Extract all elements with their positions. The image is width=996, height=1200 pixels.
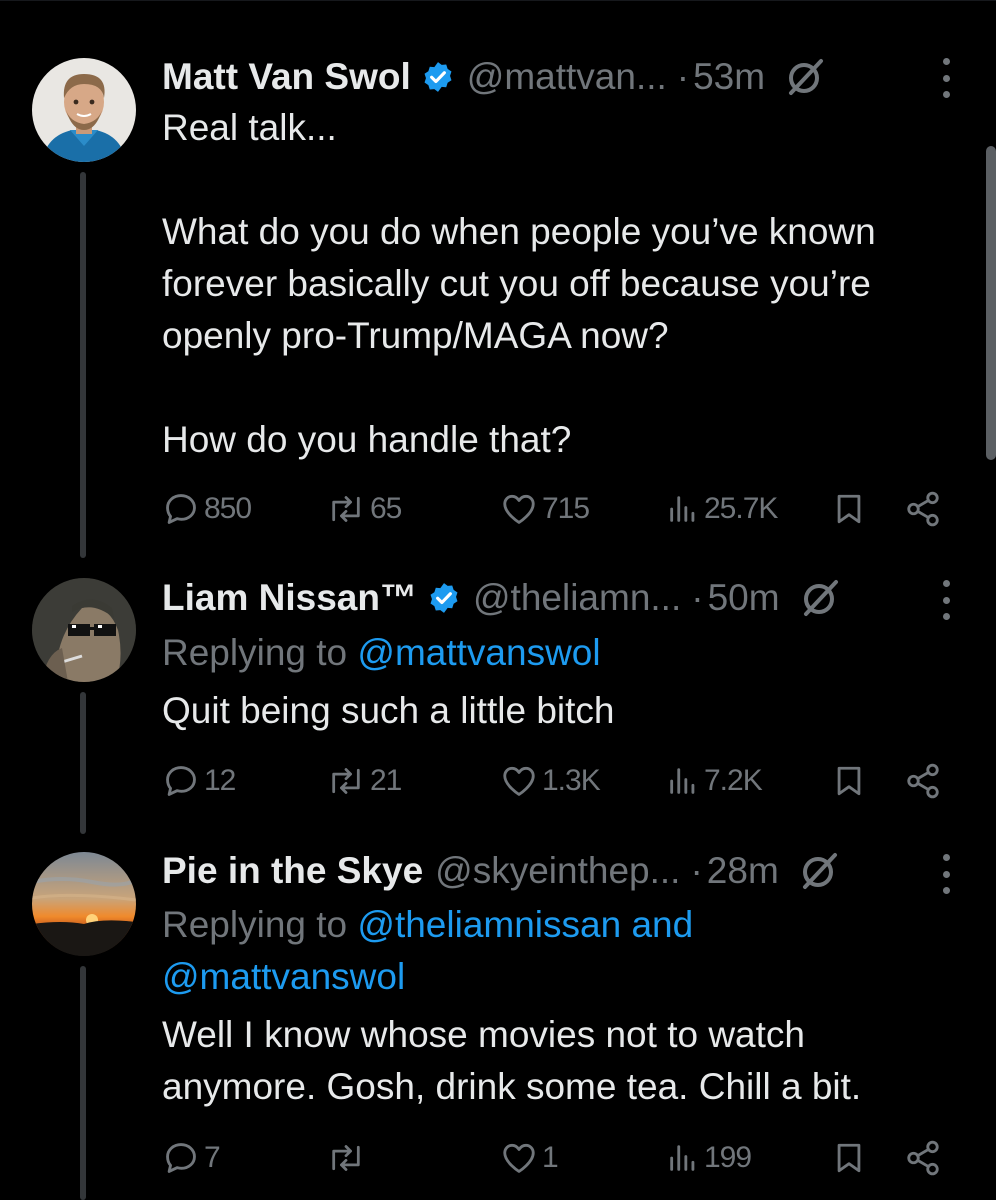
grok-icon[interactable] — [798, 576, 842, 620]
thread-connector — [80, 172, 86, 558]
scrollbar[interactable] — [986, 146, 996, 460]
avatar-skye[interactable] — [32, 852, 136, 956]
user-handle[interactable]: @skyeinthep... — [435, 850, 680, 892]
views-icon — [670, 496, 695, 522]
separator-dot: · — [690, 850, 703, 891]
replying-to: Replying to @mattvanswol — [162, 627, 962, 679]
tweet-actions: 12 21 1.3K 7.2K — [162, 756, 952, 806]
grok-icon[interactable] — [797, 849, 841, 893]
like-button[interactable]: 1 — [500, 1133, 559, 1183]
bookmark-icon — [837, 494, 861, 524]
views-count: 199 — [704, 1141, 752, 1174]
avatar-matt[interactable] — [32, 58, 136, 162]
tweet-header: Pie in the Skye @skyeinthep... · 28m — [162, 847, 956, 895]
repost-icon — [332, 496, 360, 522]
tweet-header: Matt Van Swol @mattvan... · 53m — [162, 53, 956, 101]
like-count: 1.3K — [542, 764, 601, 797]
repost-button[interactable]: 21 — [326, 756, 402, 806]
views-button[interactable]: 7.2K — [666, 756, 763, 806]
verified-badge-icon — [421, 60, 455, 94]
share-icon — [907, 763, 939, 799]
user-handle[interactable]: @theliamn... — [473, 577, 681, 619]
top-divider — [0, 0, 996, 1]
replying-to-label: Replying to — [162, 632, 358, 673]
tweet-actions: 850 65 715 25.7K — [162, 484, 952, 534]
tweet-thread: Matt Van Swol @mattvan... · 53m Real tal… — [0, 0, 996, 1200]
reply-icon — [166, 1143, 196, 1173]
bookmark-button[interactable] — [832, 484, 866, 534]
repost-icon — [332, 1145, 360, 1171]
like-button[interactable]: 1.3K — [500, 756, 601, 806]
bookmark-button[interactable] — [832, 1133, 866, 1183]
like-icon — [503, 1143, 535, 1173]
separator-dot: · — [676, 56, 690, 97]
display-name[interactable]: Liam Nissan™ — [162, 577, 417, 619]
like-icon — [503, 494, 535, 524]
repost-count: 65 — [370, 492, 402, 525]
views-count: 7.2K — [704, 764, 763, 797]
repost-icon — [332, 768, 360, 794]
like-icon — [503, 766, 535, 796]
tweet-text: Real talk... What do you do when people … — [162, 107, 876, 460]
share-button[interactable] — [904, 756, 942, 806]
tweet-header: Liam Nissan™ @theliamn... · 50m — [162, 574, 956, 622]
tweet-actions: 7 1 199 — [162, 1133, 952, 1183]
timestamp[interactable]: 28m — [707, 850, 779, 892]
views-icon — [670, 768, 695, 794]
like-count: 715 — [542, 492, 590, 525]
like-count: 1 — [542, 1141, 559, 1174]
more-icon[interactable] — [936, 580, 956, 620]
separator-dot: · — [691, 577, 704, 618]
display-name[interactable]: Matt Van Swol — [162, 56, 411, 98]
reply-icon — [166, 494, 196, 524]
replying-to-link[interactable]: @mattvanswol — [162, 951, 962, 1003]
thread-connector — [80, 692, 86, 834]
replying-to-link[interactable]: @mattvanswol — [357, 632, 600, 673]
more-icon[interactable] — [936, 58, 956, 98]
bookmark-icon — [837, 1143, 861, 1173]
like-button[interactable]: 715 — [500, 484, 590, 534]
reply-button[interactable]: 850 — [162, 484, 252, 534]
views-count: 25.7K — [704, 492, 778, 525]
replying-to: Replying to @theliamnissan and @mattvans… — [162, 899, 962, 1003]
reply-button[interactable]: 12 — [162, 756, 236, 806]
repost-count: 21 — [370, 764, 402, 797]
more-icon[interactable] — [936, 854, 956, 894]
timestamp[interactable]: 53m — [693, 56, 765, 98]
user-handle[interactable]: @mattvan... — [467, 56, 667, 98]
thread-connector — [80, 966, 86, 1200]
reply-icon — [166, 766, 196, 796]
tweet-text: Well I know whose movies not to watch an… — [162, 1014, 862, 1107]
bookmark-icon — [837, 766, 861, 796]
share-icon — [907, 491, 939, 527]
reply-count: 12 — [204, 764, 236, 797]
views-button[interactable]: 199 — [666, 1133, 752, 1183]
share-button[interactable] — [904, 484, 942, 534]
share-button[interactable] — [904, 1133, 942, 1183]
reply-count: 850 — [204, 492, 252, 525]
timestamp[interactable]: 50m — [708, 577, 780, 619]
reply-count: 7 — [204, 1141, 221, 1174]
views-button[interactable]: 25.7K — [666, 484, 778, 534]
reply-button[interactable]: 7 — [162, 1133, 221, 1183]
repost-button[interactable]: 65 — [326, 484, 402, 534]
grok-icon[interactable] — [783, 55, 827, 99]
views-icon — [670, 1145, 695, 1171]
bookmark-button[interactable] — [832, 756, 866, 806]
verified-badge-icon — [427, 581, 461, 615]
replying-to-link[interactable]: @theliamnissan and — [357, 904, 693, 945]
replying-to-label: Replying to — [162, 904, 358, 945]
share-icon — [907, 1140, 939, 1176]
avatar-liam[interactable] — [32, 578, 136, 682]
display-name[interactable]: Pie in the Skye — [162, 850, 423, 892]
tweet-text: Quit being such a little bitch — [162, 690, 615, 731]
repost-button[interactable] — [326, 1133, 370, 1183]
